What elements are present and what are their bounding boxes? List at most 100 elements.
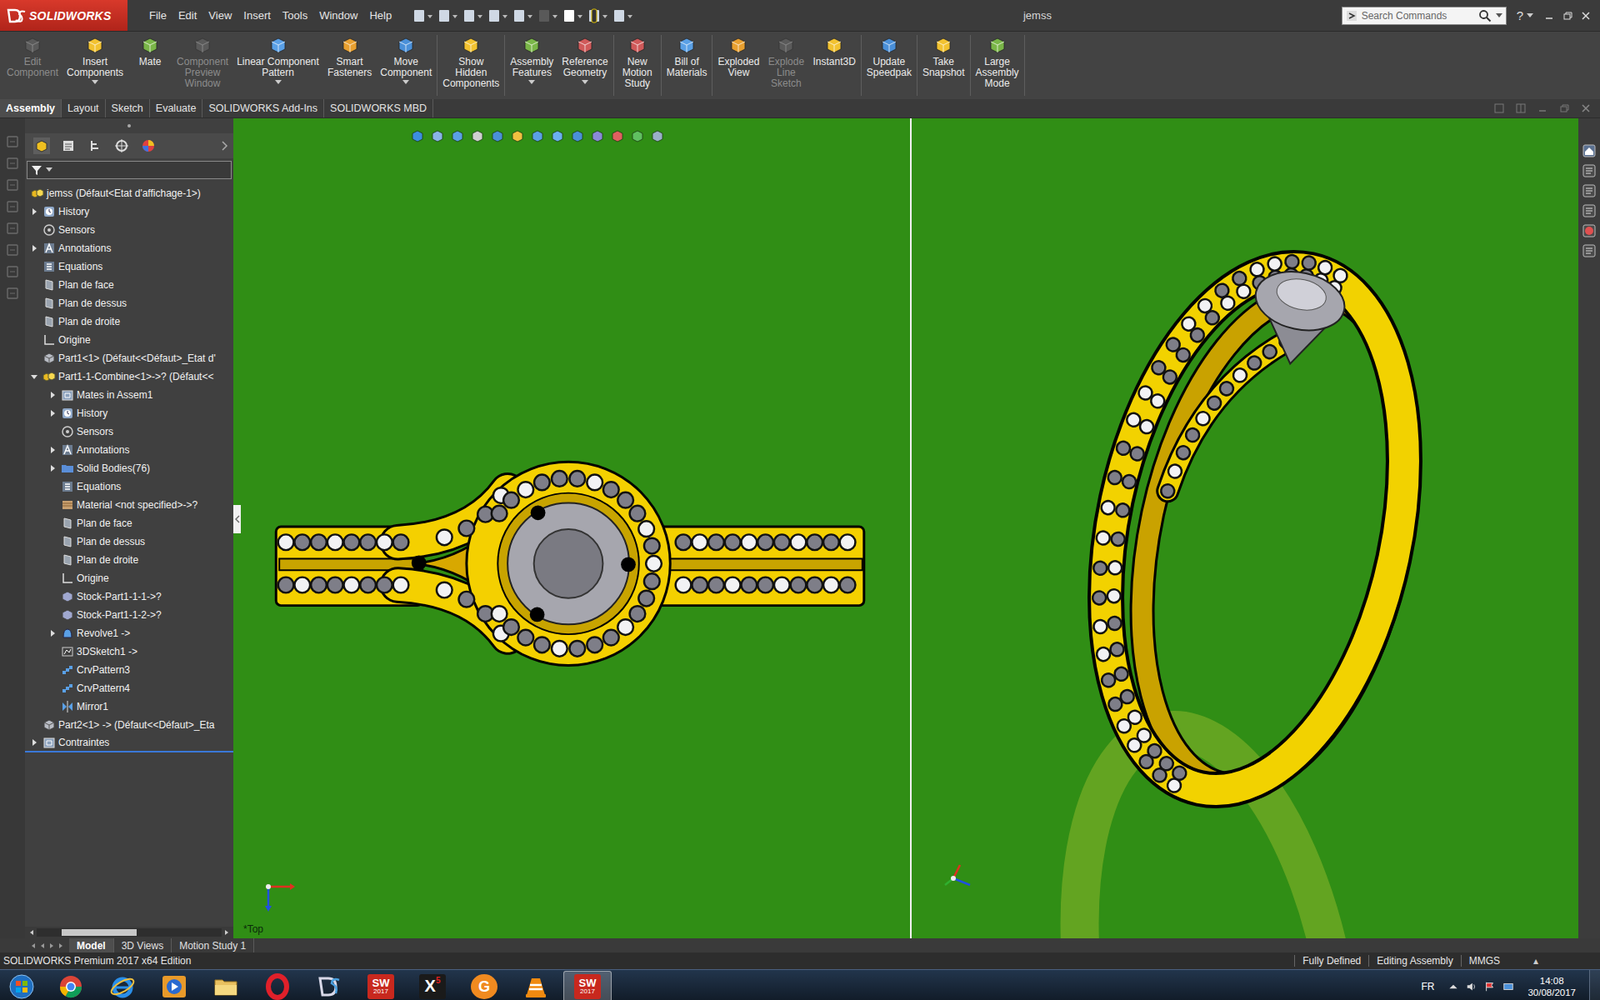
- ribbon-button[interactable]: UpdateSpeedpak: [862, 35, 916, 79]
- tree-item[interactable]: Plan de droite: [25, 550, 234, 570]
- view-tool-icon[interactable]: [550, 128, 565, 144]
- view-tool-icon[interactable]: [610, 128, 625, 144]
- tab[interactable]: Layout: [61, 99, 106, 118]
- show-desktop-button[interactable]: [1589, 970, 1600, 1000]
- tree-item[interactable]: Origine: [25, 330, 234, 350]
- ribbon-button[interactable]: SmartFasteners: [323, 35, 376, 79]
- menu-item[interactable]: Help: [364, 6, 397, 25]
- tree-item[interactable]: Annotations: [25, 239, 234, 258]
- ribbon-button[interactable]: ShowHiddenComponents: [438, 35, 504, 90]
- menu-item[interactable]: View: [203, 6, 237, 25]
- collapsed-arrow-icon[interactable]: [30, 207, 39, 216]
- toolbar-icon[interactable]: [586, 8, 609, 24]
- taskbar-app[interactable]: [511, 970, 560, 1000]
- tree-item[interactable]: Part2<1> -> (Défaut<<Défaut>_Eta: [25, 715, 234, 735]
- collapsed-arrow-icon[interactable]: [48, 390, 57, 400]
- ribbon-button[interactable]: Linear ComponentPattern: [232, 35, 324, 85]
- panel-collapse-handle[interactable]: [233, 505, 241, 534]
- tree-item[interactable]: Part1<1> (Défaut<<Défaut>_Etat d': [25, 349, 234, 368]
- taskbar-app[interactable]: X5: [408, 970, 457, 1000]
- ribbon-button[interactable]: Bill ofMaterials: [662, 35, 712, 79]
- expanded-arrow-icon[interactable]: [30, 372, 39, 381]
- search-icon[interactable]: [1478, 9, 1492, 23]
- view-tool-icon[interactable]: [650, 128, 665, 144]
- tree-item[interactable]: Plan de droite: [25, 312, 234, 331]
- appearance-icon[interactable]: [140, 137, 157, 155]
- help-dropdown-icon[interactable]: [1526, 13, 1534, 19]
- collapsed-arrow-icon[interactable]: [30, 244, 39, 253]
- toolbar-icon[interactable]: [536, 8, 559, 24]
- language-indicator[interactable]: FR: [1420, 980, 1441, 993]
- view-tool-icon[interactable]: [430, 128, 445, 144]
- tree-item[interactable]: CrvPattern3: [25, 660, 234, 680]
- view-tool-icon[interactable]: [630, 128, 645, 144]
- dropdown-icon[interactable]: [402, 80, 410, 85]
- scroll-thumb[interactable]: [61, 929, 137, 936]
- tab[interactable]: Assembly: [0, 99, 62, 118]
- taskbar-app[interactable]: [305, 970, 354, 1000]
- model-tab[interactable]: 3D Views: [114, 938, 172, 953]
- scroll-left-icon[interactable]: [28, 929, 35, 936]
- task-pane-icon[interactable]: [1581, 183, 1597, 199]
- task-pane-icon[interactable]: [1581, 223, 1597, 239]
- ribbon-button[interactable]: ExplodeLineSketch: [763, 35, 809, 90]
- tree-item[interactable]: Equations: [25, 257, 234, 276]
- collapsed-arrow-icon[interactable]: [48, 464, 57, 473]
- ribbon-button[interactable]: AssemblyFeatures: [505, 35, 558, 85]
- toolbar-icon[interactable]: [511, 8, 534, 24]
- tab[interactable]: Evaluate: [150, 99, 204, 118]
- taskbar-app[interactable]: [150, 970, 199, 1000]
- view-tool-icon[interactable]: [410, 128, 425, 144]
- dropdown-icon[interactable]: [1495, 13, 1503, 19]
- tool-icon[interactable]: [5, 243, 20, 257]
- tab-scroll-icon[interactable]: [48, 942, 55, 950]
- dropdown-icon[interactable]: [91, 80, 99, 85]
- tree-item[interactable]: Solid Bodies(76): [25, 459, 234, 478]
- horizontal-scrollbar[interactable]: [25, 926, 234, 939]
- collapsed-arrow-icon[interactable]: [30, 738, 39, 747]
- tool-icon[interactable]: [5, 286, 20, 300]
- restore-icon[interactable]: [1561, 10, 1574, 22]
- tree-item[interactable]: Equations: [25, 477, 234, 496]
- menu-item[interactable]: Insert: [238, 6, 276, 25]
- task-pane-icon[interactable]: [1581, 163, 1597, 179]
- tool-icon[interactable]: [5, 135, 20, 149]
- configuration-icon[interactable]: [86, 137, 104, 155]
- model-tab[interactable]: Motion Study 1: [171, 938, 255, 953]
- tree-item[interactable]: Material <not specified>->?: [25, 495, 234, 515]
- tree-item[interactable]: Plan de face: [25, 514, 234, 533]
- expand-panel-icon[interactable]: [220, 140, 229, 152]
- collapsed-arrow-icon[interactable]: [48, 409, 57, 418]
- tree-item[interactable]: Origine: [25, 569, 234, 588]
- property-icon[interactable]: [60, 137, 77, 155]
- network-icon[interactable]: [1502, 980, 1515, 993]
- view-tool-icon[interactable]: [470, 128, 485, 144]
- view-tool-icon[interactable]: [490, 128, 505, 144]
- restore-icon[interactable]: [1558, 102, 1570, 115]
- model-tab[interactable]: Model: [69, 938, 115, 953]
- tree-item[interactable]: Stock-Part1-1-2->?: [25, 605, 234, 625]
- dropdown-icon[interactable]: [275, 80, 282, 85]
- toolbar-icon[interactable]: [436, 8, 459, 24]
- collapsed-arrow-icon[interactable]: [48, 629, 57, 638]
- taskbar-app[interactable]: G: [460, 970, 509, 1000]
- scroll-right-icon[interactable]: [223, 929, 230, 936]
- taskbar-app[interactable]: [98, 970, 147, 1000]
- toolbar-icon[interactable]: [561, 8, 584, 24]
- task-pane-icon[interactable]: [1581, 203, 1597, 219]
- menu-item[interactable]: Window: [314, 6, 363, 25]
- tree-item[interactable]: Plan de face: [25, 275, 234, 295]
- ribbon-button[interactable]: TakeSnapshot: [918, 35, 970, 79]
- tree-item[interactable]: Plan de dessus: [25, 532, 234, 551]
- ribbon-button[interactable]: ComponentPreviewWindow: [172, 35, 233, 90]
- tree-item[interactable]: jemss (Défaut<Etat d'affichage-1>): [25, 184, 234, 203]
- ribbon-button[interactable]: ReferenceGeometry: [557, 35, 612, 85]
- close-icon[interactable]: [1580, 10, 1592, 22]
- action-center-icon[interactable]: [1484, 980, 1496, 993]
- tree-item[interactable]: Contraintes: [25, 734, 234, 753]
- collapsed-arrow-icon[interactable]: [48, 445, 57, 455]
- view-tool-icon[interactable]: [590, 128, 605, 144]
- tool-icon[interactable]: [5, 200, 20, 214]
- show-hidden-icons-icon[interactable]: [1447, 980, 1460, 993]
- tool-icon[interactable]: [5, 156, 20, 170]
